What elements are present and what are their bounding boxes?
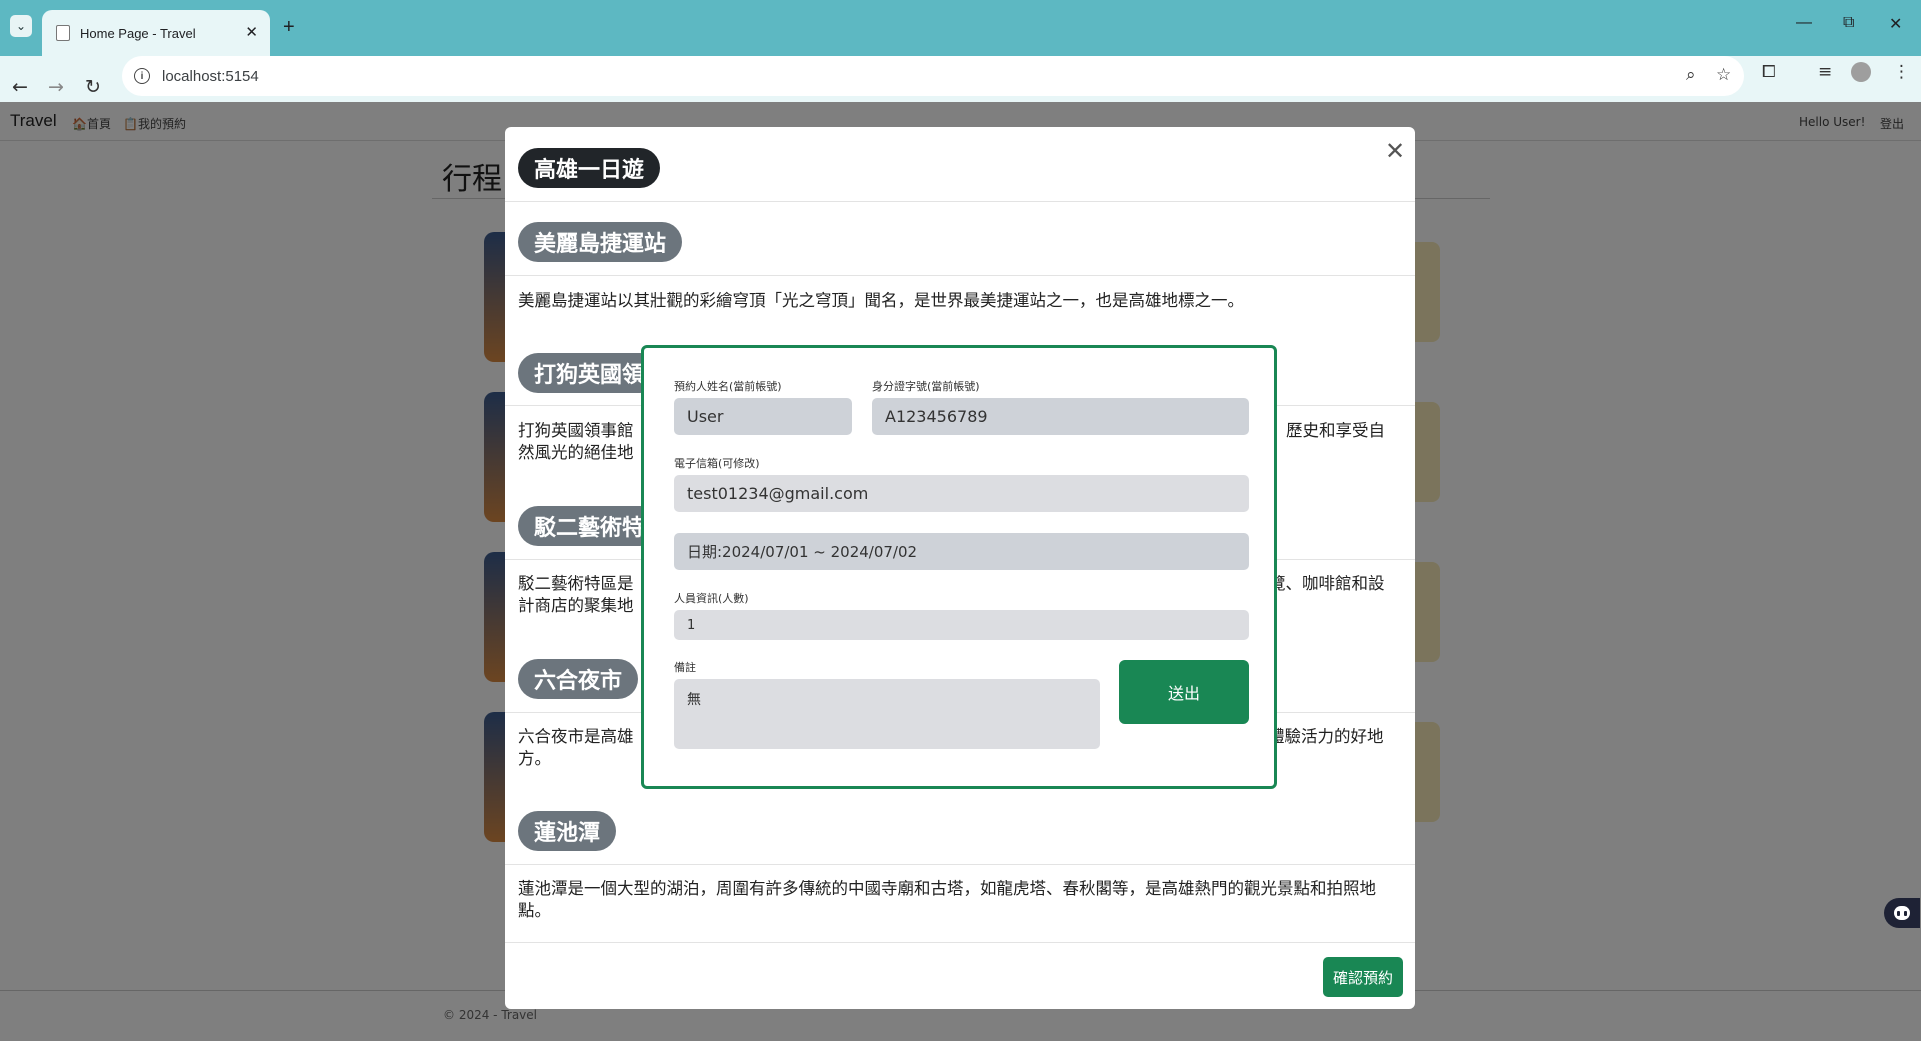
name-label: 預約人姓名(當前帳號)	[674, 380, 782, 393]
spot-description-right: 歷史和享受自	[1286, 421, 1385, 440]
zoom-icon[interactable]: ⌕	[1686, 65, 1696, 85]
booking-form: 預約人姓名(當前帳號) User 身分證字號(當前帳號) A123456789 …	[641, 345, 1277, 789]
email-label: 電子信箱(可修改)	[674, 457, 760, 470]
new-tab-icon[interactable]: +	[283, 16, 295, 39]
site-info-icon[interactable]: i	[134, 68, 150, 84]
note-textarea[interactable]: 無	[674, 679, 1100, 749]
people-count-field[interactable]: 1	[674, 610, 1249, 640]
id-number-label: 身分證字號(當前帳號)	[872, 380, 980, 393]
email-field[interactable]: test01234@gmail.com	[674, 475, 1249, 512]
forward-icon[interactable]: →	[48, 76, 64, 98]
spot-description: 美麗島捷運站以其壯觀的彩繪穹頂「光之穹頂」聞名，是世界最美捷運站之一，也是高雄地…	[518, 291, 1244, 310]
trip-title-badge: 高雄一日遊	[518, 148, 661, 188]
id-number-field[interactable]: A123456789	[872, 398, 1249, 435]
url-text[interactable]: localhost:5154	[162, 68, 259, 85]
tab-title: Home Page - Travel	[80, 25, 196, 41]
spot-name-badge: 美麗島捷運站	[518, 222, 683, 262]
browser-tab-bar: ⌄ Home Page - Travel ✕ + — ⧉ ✕	[0, 0, 1921, 56]
name-field[interactable]: User	[674, 398, 852, 435]
spot-divider	[505, 275, 1415, 276]
spot-description: 蓮池潭是一個大型的湖泊，周圍有許多傳統的中國寺廟和古塔，如龍虎塔、春秋閣等，是高…	[518, 879, 1376, 920]
confirm-booking-button[interactable]: 確認預約	[1323, 957, 1403, 997]
note-label: 備註	[674, 661, 696, 674]
tab-search-icon[interactable]: ⌄	[10, 15, 32, 37]
robot-icon	[1894, 906, 1910, 920]
submit-button[interactable]: 送出	[1119, 660, 1249, 724]
back-icon[interactable]: ←	[12, 76, 28, 98]
reload-icon[interactable]: ↻	[85, 76, 101, 98]
extensions-icon[interactable]: ⧠	[1762, 62, 1776, 82]
profile-avatar[interactable]	[1851, 62, 1871, 82]
spot-divider	[505, 864, 1415, 865]
spot-name-badge: 六合夜市	[518, 659, 639, 699]
window-close-icon[interactable]: ✕	[1889, 14, 1902, 34]
tab-close-icon[interactable]: ✕	[245, 23, 258, 41]
spot-name-badge: 蓮池潭	[518, 811, 617, 851]
spot-description-right: 覽、咖啡館和設	[1269, 574, 1385, 593]
bookmark-star-icon[interactable]: ☆	[1716, 65, 1731, 85]
close-icon[interactable]: ✕	[1385, 137, 1405, 166]
people-count-label: 人員資訊(人數)	[674, 592, 749, 605]
media-control-icon[interactable]: ≡	[1818, 62, 1832, 82]
browser-tab[interactable]: Home Page - Travel ✕	[42, 10, 270, 56]
page-favicon-icon	[56, 25, 70, 41]
modal-footer-divider	[505, 942, 1415, 943]
spot-name-badge: 打狗英國領	[518, 353, 661, 393]
restore-icon[interactable]: ⧉	[1843, 14, 1854, 32]
modal-header: 高雄一日遊 ✕	[505, 127, 1415, 202]
date-range-field[interactable]: 日期:2024/07/01 ~ 2024/07/02	[674, 533, 1249, 570]
chat-assistant-button[interactable]	[1884, 898, 1920, 928]
browser-menu-icon[interactable]: ⋮	[1893, 62, 1910, 82]
minimize-icon[interactable]: —	[1796, 14, 1812, 32]
address-bar[interactable]: i localhost:5154 ⌕ ☆	[122, 56, 1744, 96]
spot-name-badge: 駁二藝術特	[518, 506, 661, 546]
spot-description-right: 體驗活力的好地	[1268, 727, 1384, 746]
